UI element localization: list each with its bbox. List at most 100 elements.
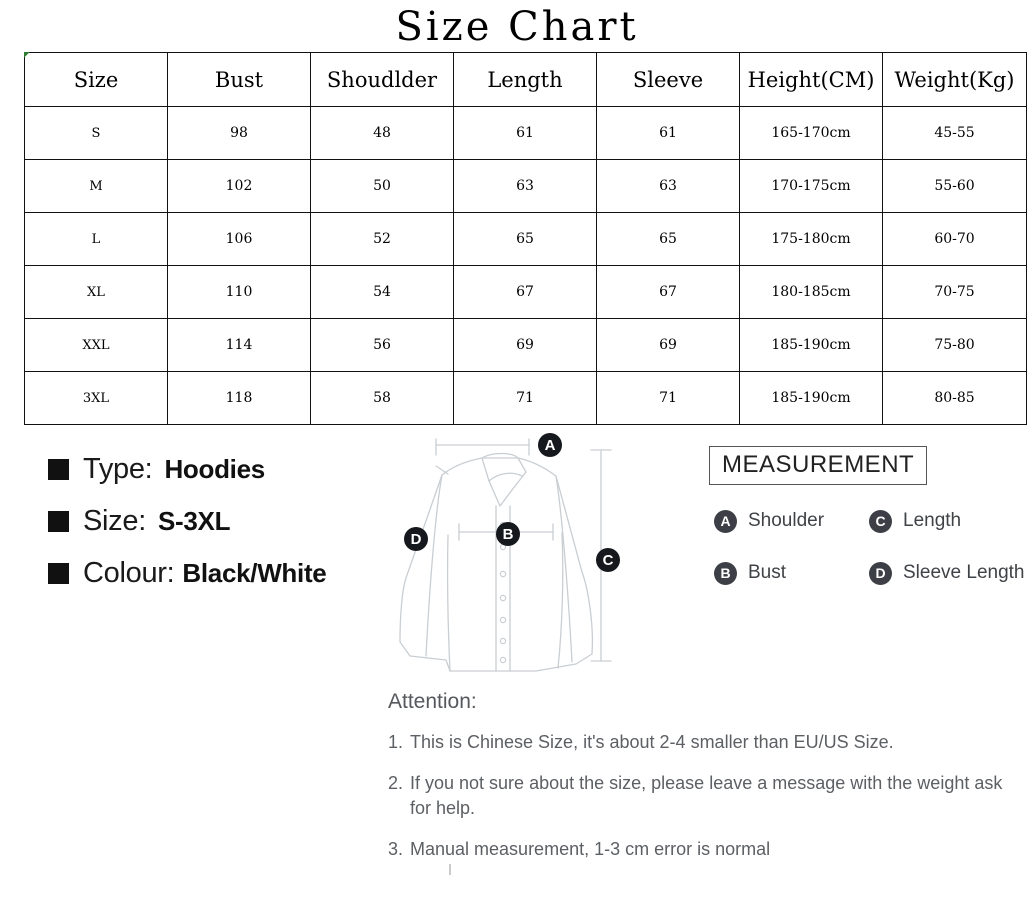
legend-label-bust: Bust	[748, 562, 787, 583]
attention-block: Attention: 1. This is Chinese Size, it's…	[388, 690, 1008, 878]
cell-sleeve: 67	[596, 265, 740, 319]
attention-item-number: 2.	[388, 773, 404, 793]
cell-shoulder: 52	[310, 212, 454, 266]
legend-circle-b-icon: B	[714, 561, 737, 585]
info-value-size: S-3XL	[157, 505, 231, 536]
column-header-bust: Bust	[167, 52, 311, 107]
cell-height: 170-175cm	[739, 159, 883, 213]
cell-shoulder: 56	[310, 318, 454, 372]
table-row: L 106 52 65 65 175-180cm 60-70	[24, 212, 1027, 266]
info-value-colour: Black/White	[182, 557, 327, 588]
table-header-row: Size Bust Shoudlder Length Sleeve Height…	[24, 52, 1027, 107]
cell-weight: 70-75	[882, 265, 1027, 319]
legend-row: B Bust D Sleeve Length	[714, 547, 1034, 599]
table-row: XXL 114 56 69 69 185-190cm 75-80	[24, 318, 1027, 372]
cell-weight: 80-85	[882, 371, 1027, 425]
cell-sleeve: 71	[596, 371, 740, 425]
legend-label-length: Length	[903, 510, 962, 531]
cell-weight: 55-60	[882, 159, 1027, 213]
bullet-square-icon	[48, 510, 69, 532]
legend-item-bust: B Bust	[714, 561, 869, 585]
cell-weight: 60-70	[882, 212, 1027, 266]
bullet-square-icon	[48, 458, 69, 480]
legend-item-sleeve-length: D Sleeve Length	[869, 561, 1025, 585]
product-info-list: Type: Hoodies Size: S-3XL Colour: Black/…	[48, 443, 388, 599]
cell-shoulder: 50	[310, 159, 454, 213]
diagram-marker-b: B	[496, 522, 520, 546]
legend-label-shoulder: Shoulder	[748, 510, 825, 531]
cell-bust: 102	[167, 159, 311, 213]
table-row: XL 110 54 67 67 180-185cm 70-75	[24, 265, 1027, 319]
cell-size: 3XL	[24, 371, 168, 425]
info-row-type: Type: Hoodies	[48, 443, 388, 495]
info-label-type: Type:	[83, 452, 153, 485]
cell-height: 175-180cm	[739, 212, 883, 266]
info-label-size: Size:	[83, 504, 146, 537]
size-chart-table: Size Bust Shoudlder Length Sleeve Height…	[24, 52, 1027, 425]
diagram-marker-a: A	[538, 433, 562, 457]
attention-item: 1. This is Chinese Size, it's about 2-4 …	[388, 730, 1008, 755]
cell-bust: 98	[167, 106, 311, 160]
attention-item-number: 1.	[388, 732, 404, 752]
cell-length: 65	[453, 212, 597, 266]
cell-shoulder: 48	[310, 106, 454, 160]
cell-sleeve: 63	[596, 159, 740, 213]
column-header-height: Height(CM)	[739, 52, 883, 107]
legend-circle-c-icon: C	[869, 509, 892, 533]
cell-bust: 110	[167, 265, 311, 319]
page-title: Size Chart	[395, 4, 639, 50]
cell-shoulder: 58	[310, 371, 454, 425]
cell-size: L	[24, 212, 168, 266]
cell-shoulder: 54	[310, 265, 454, 319]
legend-item-length: C Length	[869, 509, 962, 533]
cell-height: 185-190cm	[739, 318, 883, 372]
info-row-size: Size: S-3XL	[48, 495, 388, 547]
legend-item-shoulder: A Shoulder	[714, 509, 869, 533]
cell-weight: 75-80	[882, 318, 1027, 372]
measurement-title-box: MEASUREMENT	[709, 446, 928, 485]
info-label-colour: Colour:	[83, 556, 175, 589]
column-header-size: Size	[24, 52, 168, 107]
column-header-sleeve: Sleeve	[596, 52, 740, 107]
attention-item: 2. If you not sure about the size, pleas…	[388, 771, 1008, 821]
legend-circle-a-icon: A	[714, 509, 737, 533]
cell-length: 61	[453, 106, 597, 160]
cell-size: XL	[24, 265, 168, 319]
cell-length: 63	[453, 159, 597, 213]
column-header-length: Length	[453, 52, 597, 107]
cell-length: 71	[453, 371, 597, 425]
diagram-marker-c: C	[596, 548, 620, 572]
legend-label-sleeve-length: Sleeve Length	[903, 562, 1025, 583]
cell-sleeve: 65	[596, 212, 740, 266]
cell-size: S	[24, 106, 168, 160]
attention-item-text: This is Chinese Size, it's about 2-4 sma…	[410, 732, 894, 752]
info-value-type: Hoodies	[164, 453, 265, 484]
attention-item-text: If you not sure about the size, please l…	[410, 773, 1003, 818]
cell-bust: 114	[167, 318, 311, 372]
cell-length: 69	[453, 318, 597, 372]
cell-height: 165-170cm	[739, 106, 883, 160]
cell-weight: 45-55	[882, 106, 1027, 160]
garment-measurement-diagram: A B C D	[386, 428, 646, 683]
cell-length: 67	[453, 265, 597, 319]
attention-heading: Attention:	[388, 690, 477, 713]
attention-item-text: Manual measurement, 1-3 cm error is norm…	[410, 839, 771, 859]
measurement-legend: A Shoulder C Length B Bust D Sleeve Leng…	[714, 495, 1034, 599]
cell-height: 180-185cm	[739, 265, 883, 319]
cell-sleeve: 61	[596, 106, 740, 160]
diagram-marker-d: D	[404, 527, 428, 551]
page-artifact	[449, 864, 451, 875]
bullet-square-icon	[48, 562, 69, 584]
cell-bust: 106	[167, 212, 311, 266]
attention-item: 3. Manual measurement, 1-3 cm error is n…	[388, 837, 1008, 862]
column-header-shoulder: Shoudlder	[310, 52, 454, 107]
cell-sleeve: 69	[596, 318, 740, 372]
cell-size: M	[24, 159, 168, 213]
legend-circle-d-icon: D	[869, 561, 892, 585]
info-row-colour: Colour: Black/White	[48, 547, 388, 599]
table-row: M 102 50 63 63 170-175cm 55-60	[24, 159, 1027, 213]
cell-height: 185-190cm	[739, 371, 883, 425]
cell-size: XXL	[24, 318, 168, 372]
table-row: S 98 48 61 61 165-170cm 45-55	[24, 106, 1027, 160]
size-chart-table-container: Size Bust Shoudlder Length Sleeve Height…	[24, 52, 1027, 425]
